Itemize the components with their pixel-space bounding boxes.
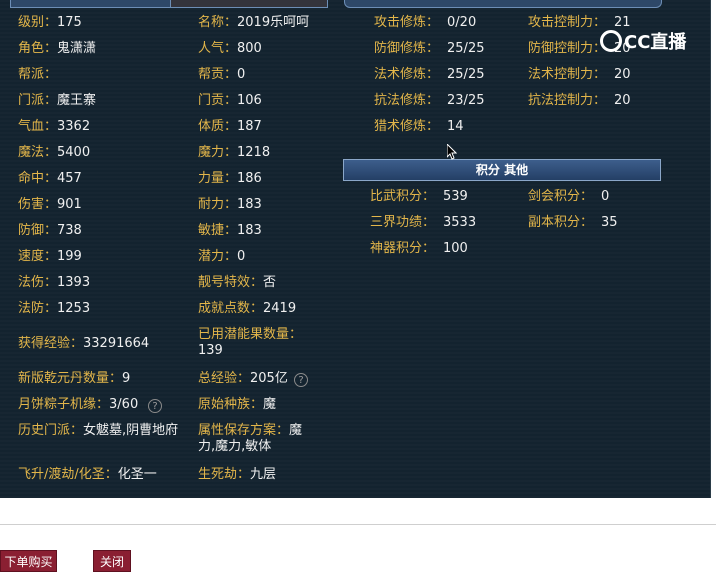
tab-cultivation[interactable] (344, 0, 662, 8)
stat-magic-defense: 法防：1253 (18, 301, 91, 316)
points-pvp: 比武积分： 539 (370, 189, 468, 204)
stat-qianyuan: 新版乾元丹数量：9 (18, 371, 131, 386)
stat-name: 名称：2019乐呵呵 (198, 15, 310, 30)
footer-divider (0, 524, 716, 525)
total-experience-help-icon[interactable]: ? (294, 373, 308, 387)
tab-attributes[interactable] (170, 0, 328, 8)
stat-sect-contribution: 门贡：106 (198, 93, 262, 108)
stat-constitution: 体质：187 (198, 119, 262, 134)
stat-role: 角色：鬼潇潇 (18, 41, 97, 56)
points-artifact: 神器积分： 100 (370, 241, 468, 256)
stat-damage: 伤害：901 (18, 197, 82, 212)
control-magic: 法术控制力： 20 (528, 67, 631, 82)
stat-number-effect: 靓号特效：否 (198, 275, 277, 290)
stat-sect: 门派：魔王寨 (18, 93, 97, 108)
cultivation-defense: 防御修炼： 25/25 (374, 41, 485, 56)
close-button[interactable]: 关闭 (93, 550, 131, 572)
stat-race: 原始种族：魔 (198, 397, 277, 412)
control-resist-magic: 抗法控制力： 20 (528, 93, 631, 108)
stat-defense: 防御：738 (18, 223, 82, 238)
stat-gang-contribution: 帮贡：0 (198, 67, 246, 82)
stat-experience: 获得经验：33291664 (18, 336, 150, 351)
character-info-panel: 级别：175 角色：鬼潇潇 帮派： 门派：魔王寨 气血：3362 魔法：5400… (0, 0, 711, 498)
stat-mooncake: 月饼粽子机缘：3/60 (18, 397, 139, 412)
stat-ascend: 飞升/渡劫/化圣：化圣一 (18, 467, 157, 482)
mouse-cursor-icon (447, 144, 457, 160)
stat-gang: 帮派： (18, 67, 58, 82)
stat-save-plan: 属性保存方案：魔力,魔力,敏体 (198, 423, 303, 454)
points-dungeon: 副本积分： 35 (528, 215, 618, 230)
stat-magic-power: 魔力：1218 (198, 145, 271, 160)
stat-life-death: 生死劫：九层 (198, 467, 277, 482)
stat-agility: 敏捷：183 (198, 223, 262, 238)
mooncake-help-icon[interactable]: ? (148, 399, 162, 413)
tab-basic[interactable] (10, 0, 172, 8)
cultivation-resist-magic: 抗法修炼： 23/25 (374, 93, 485, 108)
stat-achievement: 成就点数：2419 (198, 301, 297, 316)
stat-mp: 魔法：5400 (18, 145, 91, 160)
cc-live-watermark: CC直播 (600, 28, 686, 54)
stat-level: 级别：175 (18, 15, 82, 30)
cultivation-magic: 法术修炼： 25/25 (374, 67, 485, 82)
stat-hit: 命中：457 (18, 171, 82, 186)
stat-magic-damage: 法伤：1393 (18, 275, 91, 290)
stat-used-potential-fruit: 已用潜能果数量： 139 (198, 327, 303, 358)
points-section-header: 积分 其他 (343, 159, 661, 181)
stat-endurance: 耐力：183 (198, 197, 262, 212)
buy-button[interactable]: 下单购买 (0, 550, 57, 572)
stat-popularity: 人气：800 (198, 41, 262, 56)
cultivation-hunting: 猎术修炼： 14 (374, 119, 464, 134)
stat-strength: 力量：186 (198, 171, 262, 186)
cc-logo-icon (600, 30, 622, 52)
stat-history-sect: 历史门派：女魃墓,阴曹地府 (18, 423, 179, 438)
cultivation-attack: 攻击修炼： 0/20 (374, 15, 477, 30)
points-sword-meet: 剑会积分： 0 (528, 189, 610, 204)
stat-potential: 潜力：0 (198, 249, 246, 264)
points-merit: 三界功绩： 3533 (370, 215, 477, 230)
stat-speed: 速度：199 (18, 249, 82, 264)
stat-hp: 气血：3362 (18, 119, 91, 134)
stat-total-experience: 总经验：205亿 (198, 371, 288, 386)
